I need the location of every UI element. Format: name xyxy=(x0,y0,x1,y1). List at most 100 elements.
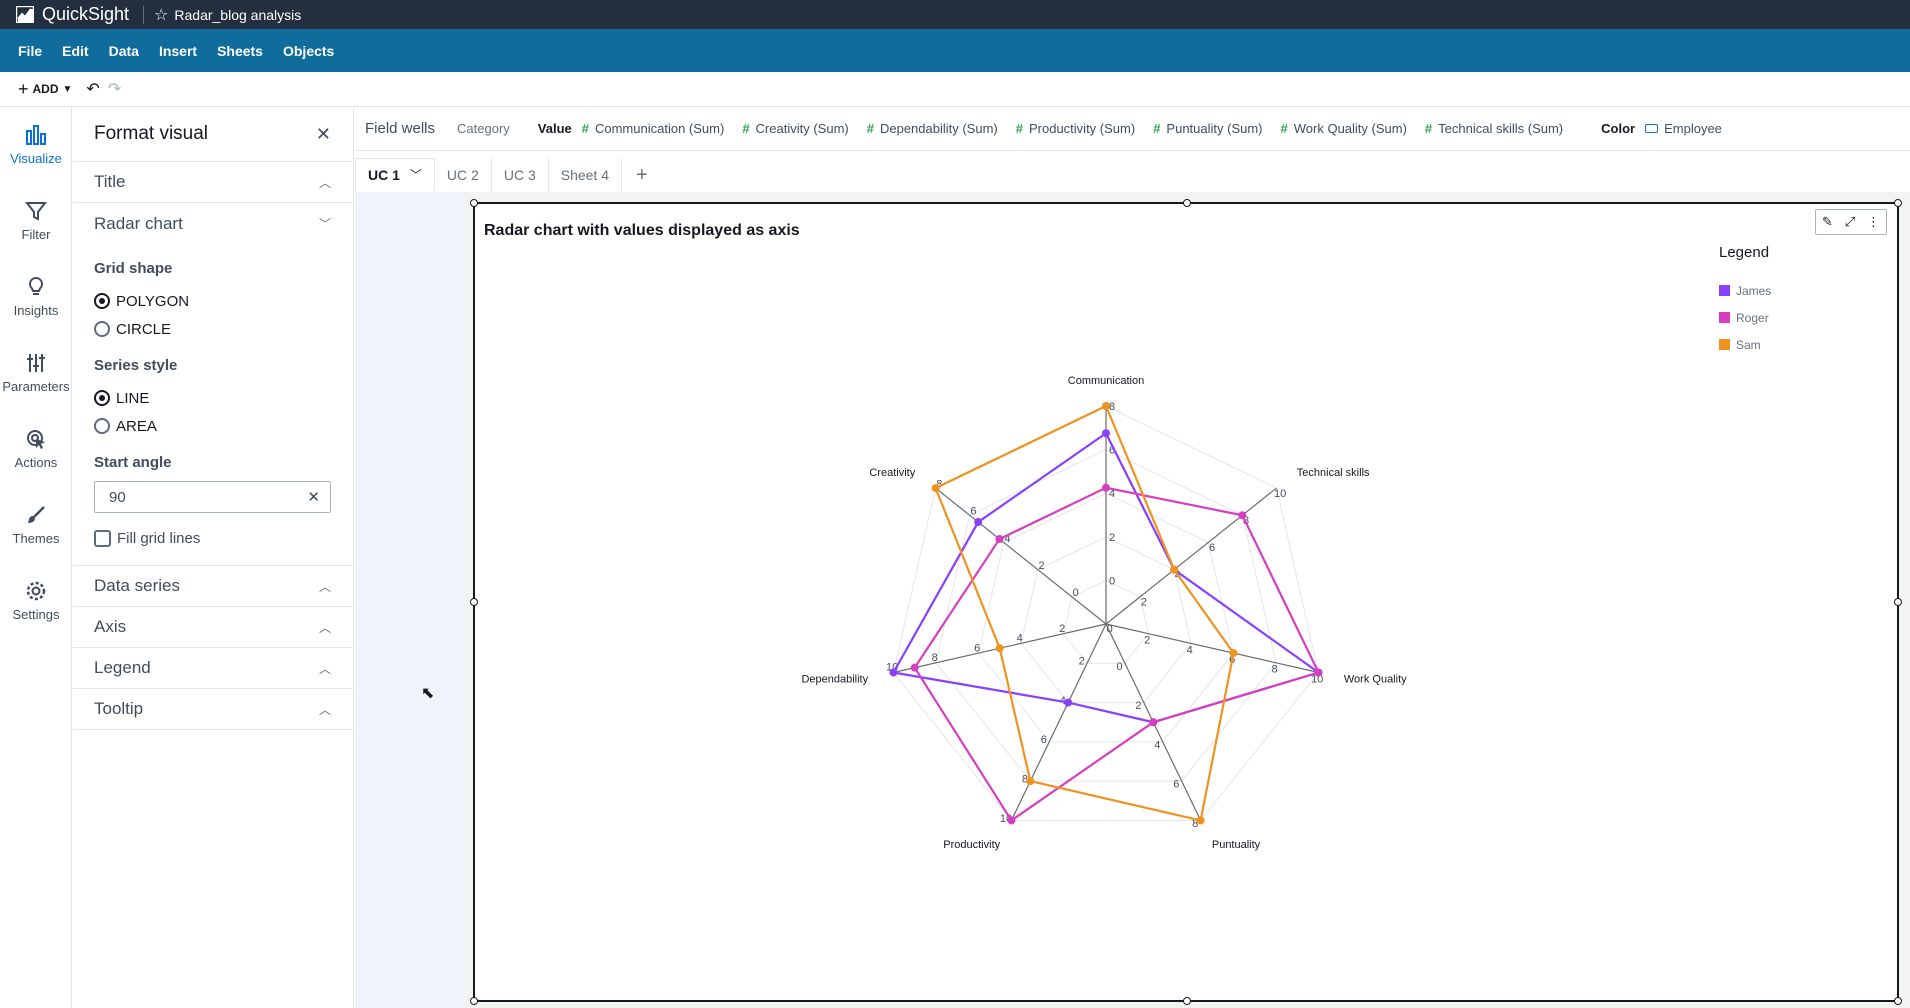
section-radar-chart[interactable]: Radar chart ﹀ xyxy=(73,203,353,244)
series-style-area-option[interactable]: AREA xyxy=(94,412,331,440)
color-field-pill[interactable]: Employee xyxy=(1645,121,1722,136)
tab-label: UC 2 xyxy=(446,167,479,183)
radar-chart[interactable]: 0 2 4 6 8 Communication 0 2 4 6 8 10 Technical skill… xyxy=(475,204,1897,1000)
start-angle-input[interactable] xyxy=(109,488,289,506)
sheet-canvas-margin xyxy=(355,192,465,1008)
add-sheet-icon[interactable]: + xyxy=(622,164,662,187)
section-axis[interactable]: Axis ︿ xyxy=(73,607,353,648)
nav-insights[interactable]: Insights xyxy=(0,267,72,327)
star-icon[interactable]: ☆ xyxy=(154,5,168,25)
analysis-name[interactable]: ☆ Radar_blog analysis xyxy=(154,5,301,25)
start-angle-label: Start angle xyxy=(94,454,172,471)
tab-sheet4[interactable]: Sheet 4 xyxy=(549,158,622,192)
left-nav: Visualize Filter Insights Parameters Act… xyxy=(0,107,72,1008)
filter-icon xyxy=(25,202,47,221)
measure-icon: # xyxy=(581,121,589,136)
axis-name-label: Creativity xyxy=(869,467,915,479)
radio-button[interactable] xyxy=(94,321,110,337)
field-pill[interactable]: # Technical skills (Sum) xyxy=(1425,121,1563,136)
more-icon[interactable]: ⋮ xyxy=(1867,214,1880,230)
edit-icon[interactable]: ✎ xyxy=(1822,214,1833,230)
nav-visualize[interactable]: Visualize xyxy=(0,115,72,175)
radio-button[interactable] xyxy=(94,293,110,309)
option-label: LINE xyxy=(116,389,150,407)
field-wells[interactable]: Field wells Category Value # Communicatio… xyxy=(355,107,1910,151)
tab-uc3[interactable]: UC 3 xyxy=(492,158,549,192)
start-angle-field[interactable]: ✕ xyxy=(94,481,331,513)
toolbar: + ADD ▼ ↶ ↷ xyxy=(0,72,1910,107)
menu-sheets[interactable]: Sheets xyxy=(207,43,273,59)
top-bar: QuickSight ☆ Radar_blog analysis xyxy=(0,0,1910,29)
radar-visual[interactable]: 0 2 4 6 8 Communication 0 2 4 6 8 10 Technical skill… xyxy=(470,199,1902,1005)
sliders-icon xyxy=(27,354,45,372)
radio-button[interactable] xyxy=(94,390,110,406)
category-well[interactable]: Category xyxy=(457,121,510,136)
undo-icon[interactable]: ↶ xyxy=(86,79,99,99)
redo-icon[interactable]: ↷ xyxy=(108,79,121,99)
grid-shape-label: Grid shape xyxy=(94,260,173,277)
expand-icon[interactable]: ⤢ xyxy=(1845,214,1855,230)
nav-label: Actions xyxy=(14,455,58,470)
axis-tick-label: 8 xyxy=(932,652,938,664)
chevron-up-icon: ︿ xyxy=(318,620,331,635)
section-label: Axis xyxy=(94,617,127,636)
field-pill[interactable]: # Puntuality (Sum) xyxy=(1153,121,1262,136)
nav-filter[interactable]: Filter xyxy=(0,191,72,251)
tab-uc2[interactable]: UC 2 xyxy=(435,158,492,192)
series-style-line-option[interactable]: LINE xyxy=(94,384,331,412)
option-label: CIRCLE xyxy=(116,320,172,338)
nav-settings[interactable]: Settings xyxy=(0,571,72,631)
measure-icon: # xyxy=(1280,121,1288,136)
menu-data[interactable]: Data xyxy=(99,43,149,59)
field-pill[interactable]: # Creativity (Sum) xyxy=(742,121,848,136)
legend-item-sam[interactable]: Sam xyxy=(1719,331,1771,358)
grid-shape-circle-option[interactable]: CIRCLE xyxy=(94,315,331,343)
radio-button[interactable] xyxy=(94,418,110,434)
nav-actions[interactable]: Actions xyxy=(0,419,72,479)
data-point xyxy=(1102,402,1110,410)
field-label: Creativity (Sum) xyxy=(755,121,849,136)
fill-grid-lines-option[interactable]: Fill grid lines xyxy=(94,523,331,553)
nav-themes[interactable]: Themes xyxy=(0,495,72,555)
nav-label: Filter xyxy=(21,227,51,242)
legend-item-roger[interactable]: Roger xyxy=(1719,304,1771,331)
chevron-down-icon[interactable]: ﹀ xyxy=(410,166,422,183)
field-label: Dependability (Sum) xyxy=(879,121,998,136)
option-label: AREA xyxy=(116,417,157,435)
field-label: Technical skills (Sum) xyxy=(1438,121,1564,136)
data-point xyxy=(889,668,898,677)
option-label: Fill grid lines xyxy=(117,529,201,547)
add-button[interactable]: + ADD ▼ xyxy=(18,79,72,100)
section-data-series[interactable]: Data series ︿ xyxy=(73,566,353,607)
clear-icon[interactable]: ✕ xyxy=(307,488,320,506)
field-pill[interactable]: # Productivity (Sum) xyxy=(1016,121,1135,136)
format-pane-header: Format visual ✕ xyxy=(73,107,353,162)
legend-item-james[interactable]: James xyxy=(1719,277,1771,304)
visual-title[interactable]: Radar chart with values displayed as axi… xyxy=(484,222,800,240)
chart-legend: Legend James Roger Sam xyxy=(1719,244,1771,358)
section-label: Tooltip xyxy=(94,699,144,718)
measure-icon: # xyxy=(866,121,874,136)
menu-objects[interactable]: Objects xyxy=(273,43,344,59)
fill-grid-lines-checkbox[interactable] xyxy=(94,529,111,547)
section-legend[interactable]: Legend ︿ xyxy=(73,648,353,689)
tab-uc1[interactable]: UC 1 ﹀ xyxy=(355,158,435,192)
menu-edit[interactable]: Edit xyxy=(52,43,98,59)
menu-insert[interactable]: Insert xyxy=(149,43,207,59)
nav-parameters[interactable]: Parameters xyxy=(0,343,72,403)
close-icon[interactable]: ✕ xyxy=(316,124,331,145)
data-point xyxy=(1196,816,1205,825)
nav-label: Settings xyxy=(12,607,60,622)
axis-tick-label: 2 xyxy=(1079,656,1085,668)
field-pill[interactable]: # Dependability (Sum) xyxy=(867,121,998,136)
menu-file[interactable]: File xyxy=(8,43,52,59)
field-wells-title[interactable]: Field wells xyxy=(365,120,435,137)
field-pill[interactable]: # Communication (Sum) xyxy=(582,121,725,136)
measure-icon: # xyxy=(1424,121,1433,136)
grid-shape-polygon-option[interactable]: POLYGON xyxy=(94,287,331,315)
section-title[interactable]: Title ︿ xyxy=(73,162,353,203)
field-pill[interactable]: # Work Quality (Sum) xyxy=(1281,121,1407,136)
app-logo[interactable]: QuickSight xyxy=(0,4,129,25)
section-tooltip[interactable]: Tooltip ︿ xyxy=(73,689,353,730)
legend-swatch xyxy=(1719,339,1730,350)
